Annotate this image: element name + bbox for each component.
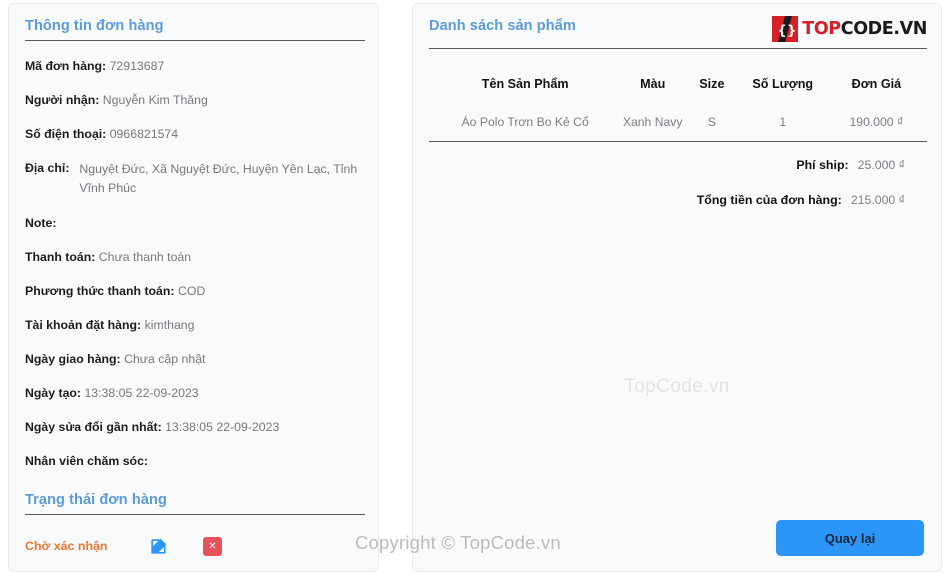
field-label: Người nhận: bbox=[25, 93, 100, 107]
logo-text-vn: .VN bbox=[893, 19, 927, 39]
column-header-color: Màu bbox=[640, 77, 666, 91]
column-header-name: Tên Sản Phẩm bbox=[481, 77, 569, 91]
logo-text-top: TOP bbox=[802, 19, 841, 39]
topcode-logo: { } TOPCODE.VN bbox=[772, 16, 927, 42]
field-value: 13:38:05 22-09-2023 bbox=[165, 420, 280, 434]
field-payment-status: Thanh toán: Chưa thanh toán bbox=[25, 249, 365, 266]
field-value: 0966821574 bbox=[109, 127, 179, 141]
order-info-divider bbox=[25, 40, 365, 41]
order-info-title: Thông tin đơn hàng bbox=[25, 18, 164, 34]
field-account: Tài khoản đặt hàng: kimthang bbox=[25, 317, 365, 334]
order-info-content: Thông tin đơn hàng Mã đơn hàng: 72913687… bbox=[25, 18, 365, 559]
field-created-date: Ngày tạo: 13:38:05 22-09-2023 bbox=[25, 385, 365, 402]
back-button[interactable]: Quay lại bbox=[776, 520, 924, 556]
cell-price: 190.000 ₫ bbox=[849, 115, 904, 129]
order-info-panel: Thông tin đơn hàng Mã đơn hàng: 72913687… bbox=[8, 3, 379, 572]
cell-size: S bbox=[707, 115, 716, 129]
order-status-section: Trạng thái đơn hàng bbox=[25, 492, 365, 515]
product-list-panel: TopCode.vn Danh sách sản phẩm { } TOPCOD… bbox=[412, 3, 942, 572]
delete-glyph: ✕ bbox=[208, 540, 217, 552]
field-label: Note: bbox=[25, 216, 57, 230]
field-payment-method: Phương thức thanh toán: COD bbox=[25, 283, 365, 300]
cell-product-name: Áo Polo Trơn Bo Kẻ Cổ bbox=[461, 115, 589, 129]
table-row: Áo Polo Trơn Bo Kẻ Cổ Xanh Navy S 1 190.… bbox=[429, 105, 927, 142]
status-badge: Chờ xác nhận bbox=[25, 539, 108, 553]
field-label: Địa chỉ: bbox=[25, 161, 70, 175]
cell-quantity: 1 bbox=[779, 115, 787, 129]
field-label: Thanh toán: bbox=[25, 250, 96, 264]
order-status-divider bbox=[25, 514, 365, 515]
close-x-icon[interactable]: ✕ bbox=[203, 536, 222, 556]
field-label: Nhân viên chăm sóc: bbox=[25, 454, 149, 468]
table-header-row: Tên Sản Phẩm Màu Size Số Lượng Đơn Giá bbox=[429, 65, 927, 105]
column-header-qty: Số Lượng bbox=[752, 77, 814, 91]
panel-watermark: TopCode.vn bbox=[624, 376, 730, 397]
product-table-head: Tên Sản Phẩm Màu Size Số Lượng Đơn Giá bbox=[429, 65, 927, 105]
column-header-size: Size bbox=[699, 77, 725, 91]
field-label: Tài khoản đặt hàng: bbox=[25, 318, 142, 332]
svg-text:{: { bbox=[778, 24, 787, 39]
field-delivery-date: Ngày giao hàng: Chưa cập nhật bbox=[25, 351, 365, 368]
field-value: kimthang bbox=[144, 318, 195, 332]
field-value: 13:38:05 22-09-2023 bbox=[84, 386, 199, 400]
field-label: Mã đơn hàng: bbox=[25, 59, 107, 73]
shipping-fee-label: Phí ship: bbox=[796, 158, 849, 172]
field-phone: Số điện thoại: 0966821574 bbox=[25, 126, 365, 143]
field-value: Nguyệt Đức, Xã Nguyệt Đức, Huyện Yên Lạc… bbox=[79, 162, 358, 195]
order-total-value: 215.000 ₫ bbox=[850, 193, 905, 207]
order-status-row: Chờ xác nhận ✕ bbox=[25, 533, 365, 559]
order-total-label: Tổng tiền của đơn hàng: bbox=[696, 193, 842, 207]
product-list-header: Danh sách sản phẩm { } TOPCODE.VN bbox=[429, 16, 927, 42]
shipping-fee-value: 25.000 ₫ bbox=[857, 158, 905, 172]
logo-text: TOPCODE.VN bbox=[802, 19, 927, 39]
order-total-row: Tổng tiền của đơn hàng: 215.000 ₫ bbox=[429, 193, 927, 207]
code-braces-icon: { } bbox=[772, 16, 799, 42]
field-modified-date: Ngày sửa đổi gần nhất: 13:38:05 22-09-20… bbox=[25, 419, 365, 436]
field-label: Phương thức thanh toán: bbox=[25, 284, 175, 298]
field-order-code: Mã đơn hàng: 72913687 bbox=[25, 58, 365, 75]
column-header-price: Đơn Giá bbox=[851, 77, 902, 91]
product-list-content: Danh sách sản phẩm { } TOPCODE.VN Tên Sả… bbox=[429, 16, 927, 228]
field-value: Chưa cập nhật bbox=[124, 352, 206, 366]
product-table: Tên Sản Phẩm Màu Size Số Lượng Đơn Giá Á… bbox=[429, 65, 927, 142]
field-note: Note: bbox=[25, 215, 365, 232]
edit-pencil-square-icon[interactable] bbox=[147, 535, 169, 557]
product-table-body: Áo Polo Trơn Bo Kẻ Cổ Xanh Navy S 1 190.… bbox=[429, 105, 927, 142]
product-list-divider bbox=[429, 48, 927, 49]
shipping-fee-row: Phí ship: 25.000 ₫ bbox=[429, 158, 927, 172]
field-address: Địa chỉ: Nguyệt Đức, Xã Nguyệt Đức, Huyệ… bbox=[25, 160, 365, 198]
field-label: Ngày tạo: bbox=[25, 386, 82, 400]
logo-text-code: CODE bbox=[840, 19, 894, 39]
field-value: COD bbox=[177, 284, 206, 298]
field-label: Ngày sửa đổi gần nhất: bbox=[25, 420, 162, 434]
field-label: Số điện thoại: bbox=[25, 127, 107, 141]
field-label: Ngày giao hàng: bbox=[25, 352, 121, 366]
svg-text:}: } bbox=[787, 24, 796, 39]
cell-color: Xanh Navy bbox=[622, 115, 683, 129]
order-totals: Phí ship: 25.000 ₫ Tổng tiền của đơn hàn… bbox=[429, 158, 927, 207]
product-list-title: Danh sách sản phẩm bbox=[429, 18, 576, 34]
field-staff: Nhân viên chăm sóc: bbox=[25, 453, 365, 470]
field-receiver: Người nhận: Nguyễn Kim Thăng bbox=[25, 92, 365, 109]
field-value: Nguyễn Kim Thăng bbox=[102, 93, 208, 107]
order-status-title: Trạng thái đơn hàng bbox=[25, 492, 167, 508]
field-value: 72913687 bbox=[109, 59, 165, 73]
order-detail-page: Thông tin đơn hàng Mã đơn hàng: 72913687… bbox=[0, 0, 950, 575]
field-value: Chưa thanh toán bbox=[98, 250, 192, 264]
